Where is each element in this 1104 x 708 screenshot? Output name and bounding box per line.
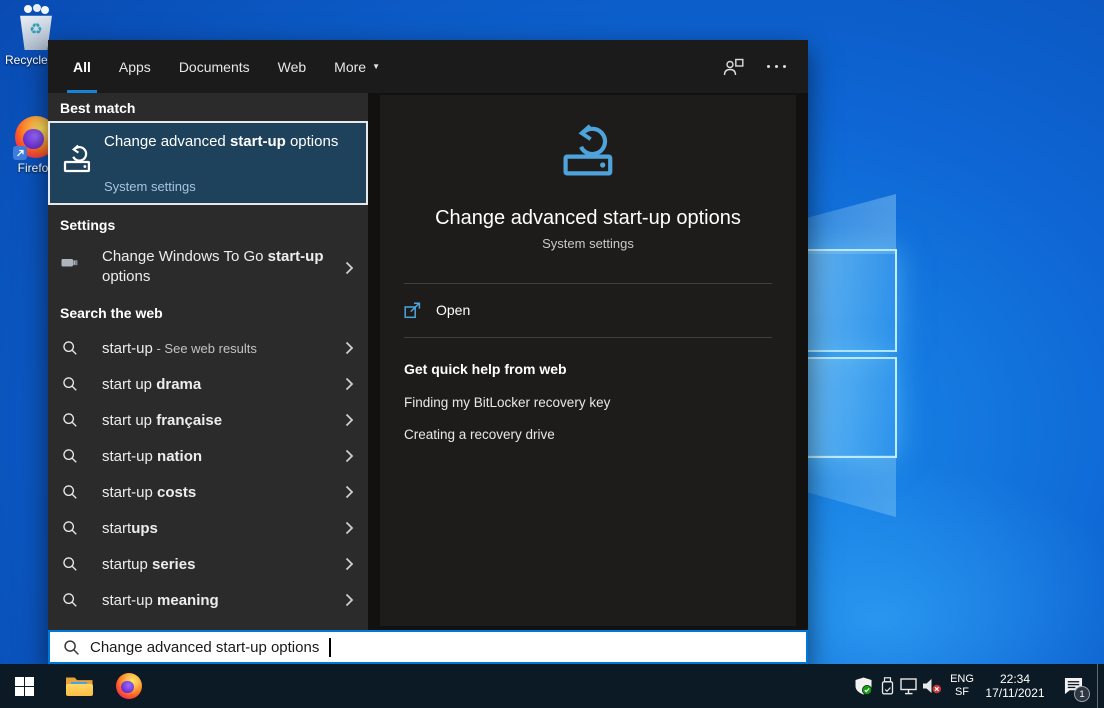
help-link[interactable]: Finding my BitLocker recovery key — [404, 395, 610, 410]
firefox-taskbar-button[interactable] — [106, 664, 152, 708]
preview-title: Change advanced start-up options — [380, 207, 796, 230]
network-tray-icon[interactable] — [897, 664, 921, 708]
search-icon — [62, 520, 78, 541]
safely-remove-hardware-tray-icon[interactable] — [876, 664, 898, 708]
search-flyout-window: All Apps Documents Web More ▼ Best match — [48, 40, 808, 664]
search-icon — [63, 639, 80, 656]
chevron-right-icon[interactable] — [345, 413, 354, 432]
web-suggestions-list: start-up - See web results start up dram… — [48, 330, 368, 618]
open-label: Open — [436, 302, 470, 318]
result-settings-item[interactable]: Change Windows To Go start-up options — [48, 240, 368, 298]
recycle-symbol: ♻ — [17, 20, 55, 38]
date: 17/11/2021 — [985, 686, 1044, 700]
web-suggestion-row[interactable]: startup series — [48, 546, 368, 582]
web-suggestion-row[interactable]: startups — [48, 510, 368, 546]
folder-icon — [66, 676, 93, 696]
web-suggestion-row[interactable]: start up française — [48, 402, 368, 438]
desktop: ♻ Recycle Bin Firefox All Apps Documents… — [0, 0, 1104, 708]
help-section-header: Get quick help from web — [404, 361, 567, 377]
time: 22:34 — [1000, 672, 1030, 686]
divider — [404, 283, 772, 284]
web-suggestion-row[interactable]: start up drama — [48, 366, 368, 402]
shortcut-arrow-icon — [13, 146, 27, 160]
result-best-match[interactable]: Change advanced start-up options System … — [48, 121, 368, 205]
chevron-right-icon[interactable] — [345, 593, 354, 612]
firefox-icon — [116, 673, 142, 699]
chevron-right-icon[interactable] — [345, 521, 354, 540]
search-input[interactable]: Change advanced start-up options — [48, 630, 808, 664]
start-button[interactable] — [0, 664, 48, 708]
preview-panel: Change advanced start-up options System … — [380, 95, 796, 626]
tab-documents[interactable]: Documents — [179, 40, 250, 93]
keyboard-layout: SF — [955, 686, 969, 699]
file-explorer-button[interactable] — [56, 664, 102, 708]
show-desktop-button[interactable] — [1097, 664, 1104, 708]
notification-count-badge: 1 — [1074, 686, 1090, 702]
section-header-settings: Settings — [60, 217, 115, 233]
tab-web[interactable]: Web — [278, 40, 307, 93]
tab-apps[interactable]: Apps — [119, 40, 151, 93]
search-icon — [62, 556, 78, 577]
web-suggestion-row[interactable]: start-up nation — [48, 438, 368, 474]
web-suggestion-row[interactable]: start-up - See web results — [48, 330, 368, 366]
chevron-right-icon[interactable] — [345, 377, 354, 396]
tab-all[interactable]: All — [73, 40, 91, 93]
search-icon — [62, 412, 78, 433]
search-query-text: Change advanced start-up options — [90, 639, 319, 656]
taskbar: ENG SF 22:34 17/11/2021 1 — [0, 664, 1104, 708]
search-results-area: Best match Change advanced start-up opti… — [48, 93, 808, 630]
result-subtitle: System settings — [104, 179, 196, 194]
divider — [404, 337, 772, 338]
recovery-icon — [62, 144, 92, 179]
search-icon — [62, 484, 78, 505]
preview-subtitle: System settings — [380, 236, 796, 251]
open-action[interactable]: Open — [404, 296, 470, 324]
search-icon — [62, 448, 78, 469]
chevron-right-icon[interactable] — [345, 557, 354, 576]
action-center-button[interactable]: 1 — [1054, 664, 1092, 708]
section-header-search-web: Search the web — [60, 305, 163, 321]
chevron-right-icon[interactable] — [345, 485, 354, 504]
text-cursor — [329, 638, 331, 657]
chevron-right-icon[interactable] — [345, 449, 354, 468]
windows-logo-icon — [15, 677, 34, 696]
usb-drive-icon — [61, 255, 79, 274]
ellipsis-menu-icon[interactable] — [767, 65, 786, 68]
results-panel: Best match Change advanced start-up opti… — [48, 93, 368, 630]
web-suggestion-row[interactable]: start-up meaning — [48, 582, 368, 618]
volume-muted-tray-icon[interactable] — [920, 664, 944, 708]
user-feedback-icon[interactable] — [723, 57, 745, 76]
language-code: ENG — [950, 673, 974, 686]
chevron-right-icon[interactable] — [345, 341, 354, 360]
recovery-icon-large — [380, 123, 796, 184]
help-link[interactable]: Creating a recovery drive — [404, 427, 555, 442]
result-title: Change Windows To Go start-up options — [102, 247, 342, 287]
section-header-best-match: Best match — [60, 100, 135, 116]
tab-more[interactable]: More ▼ — [334, 40, 380, 93]
search-icon — [62, 340, 78, 361]
web-suggestion-row[interactable]: start-up costs — [48, 474, 368, 510]
open-external-icon — [404, 302, 421, 319]
clock[interactable]: 22:34 17/11/2021 — [982, 664, 1048, 708]
windows-security-tray-icon[interactable] — [851, 664, 875, 708]
result-title: Change advanced start-up options — [104, 131, 342, 152]
chevron-down-icon: ▼ — [372, 62, 380, 71]
chevron-right-icon — [345, 261, 354, 280]
search-icon — [62, 376, 78, 397]
search-filter-bar: All Apps Documents Web More ▼ — [48, 40, 808, 93]
language-indicator[interactable]: ENG SF — [946, 664, 978, 708]
search-icon — [62, 592, 78, 613]
